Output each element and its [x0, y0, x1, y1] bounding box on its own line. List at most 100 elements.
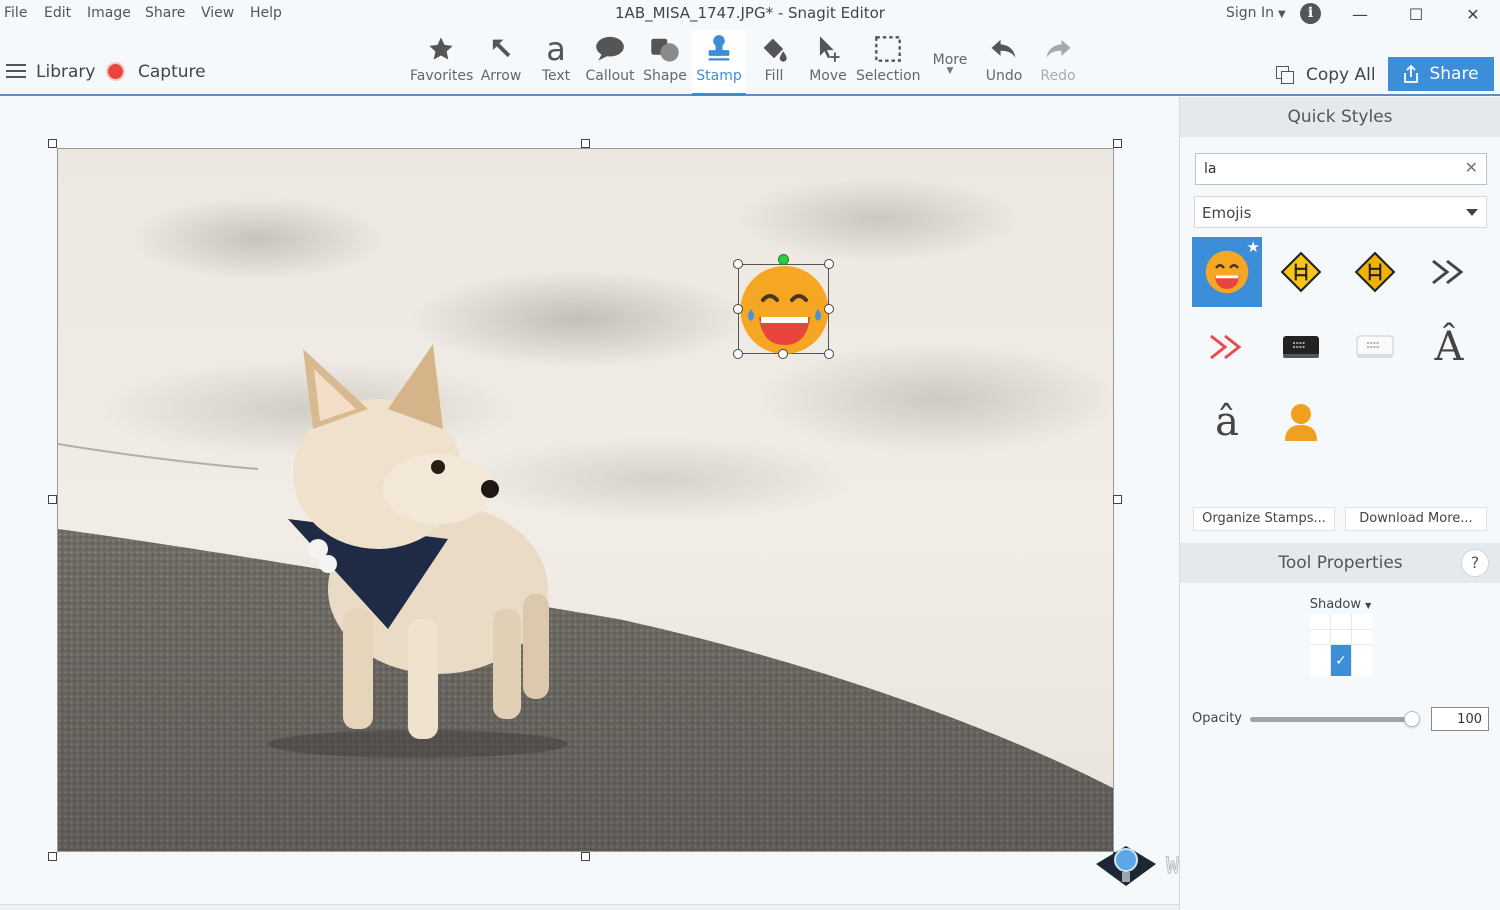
shadow-cell-selected[interactable]: ✓ — [1331, 645, 1351, 676]
info-icon[interactable]: i — [1300, 3, 1321, 24]
tool-undo[interactable]: Undo — [982, 30, 1026, 94]
menu-bar: File Edit Image Share View Help 1AB_MISA… — [0, 0, 1500, 30]
help-button[interactable]: ? — [1461, 549, 1489, 577]
stamp-resize-handle[interactable] — [824, 304, 834, 314]
download-more-button[interactable]: Download More... — [1345, 507, 1487, 531]
opacity-slider-knob[interactable] — [1404, 711, 1420, 727]
redo-icon — [1046, 39, 1071, 58]
tool-text[interactable]: a Text — [535, 30, 577, 94]
image-canvas[interactable] — [57, 148, 1114, 852]
side-panel: Quick Styles la ✕ Emojis ★ Â â Organize … — [1179, 97, 1500, 910]
chevron-down-icon — [1466, 209, 1478, 216]
share-label: Share — [1429, 64, 1479, 84]
tool-label: Undo — [985, 68, 1023, 84]
tool-stamp[interactable]: Stamp — [692, 30, 746, 96]
shape-icon — [651, 38, 679, 62]
share-icon — [1404, 65, 1419, 83]
shadow-cell[interactable] — [1310, 614, 1330, 629]
resize-handle[interactable] — [48, 139, 57, 148]
stamp-a-circumflex-lower[interactable]: â — [1192, 387, 1262, 457]
tool-label: Favorites — [410, 68, 474, 84]
stamp-category-select[interactable]: Emojis — [1194, 196, 1487, 228]
opacity-slider-track[interactable] — [1250, 717, 1414, 722]
menu-image[interactable]: Image — [87, 5, 131, 21]
maximize-button[interactable]: ☐ — [1393, 0, 1439, 30]
tool-shape[interactable]: Shape — [641, 30, 689, 94]
resize-handle[interactable] — [1113, 852, 1122, 861]
favorite-star-icon[interactable]: ★ — [1247, 238, 1260, 256]
double-chevron-icon — [1432, 259, 1464, 285]
stamp-keyboard-light[interactable] — [1340, 312, 1410, 382]
shadow-cell[interactable] — [1331, 614, 1351, 629]
tool-label: Selection — [856, 68, 921, 84]
stamp-a-circumflex-upper[interactable]: Â — [1414, 312, 1484, 382]
text-icon: a — [546, 30, 566, 68]
stamp-search-input[interactable]: la ✕ — [1195, 153, 1487, 185]
record-icon[interactable] — [106, 62, 125, 81]
stamp-laughing-emoji[interactable]: ★ — [1192, 237, 1262, 307]
stamp-person-avatar[interactable] — [1266, 387, 1336, 457]
sign-in-label: Sign In — [1226, 5, 1274, 21]
stamp-ladder-warning-orange[interactable] — [1340, 237, 1410, 307]
resize-handle[interactable] — [48, 852, 57, 861]
stamp-resize-handle[interactable] — [733, 259, 743, 269]
sign-in-button[interactable]: Sign In ▼ — [1226, 5, 1286, 21]
resize-handle[interactable] — [581, 139, 590, 148]
share-button[interactable]: Share — [1388, 57, 1494, 91]
stamp-resize-handle[interactable] — [824, 259, 834, 269]
arrow-icon — [492, 39, 511, 58]
opacity-input[interactable]: 100 — [1431, 707, 1489, 731]
shadow-cell[interactable] — [1310, 645, 1330, 676]
stamp-resize-handle[interactable] — [733, 349, 743, 359]
stamp-resize-handle[interactable] — [778, 349, 788, 359]
tool-properties-title: Tool Properties — [1278, 553, 1403, 573]
tool-fill[interactable]: Fill — [752, 30, 796, 94]
resize-handle[interactable] — [581, 852, 590, 861]
shadow-cell[interactable] — [1352, 614, 1372, 629]
close-button[interactable]: ✕ — [1450, 0, 1496, 30]
tool-callout[interactable]: Callout — [584, 30, 636, 94]
resize-handle[interactable] — [48, 495, 57, 504]
shadow-cell[interactable] — [1352, 629, 1372, 645]
menu-share[interactable]: Share — [145, 5, 185, 21]
stamp-resize-handle[interactable] — [824, 349, 834, 359]
tool-label: Stamp — [696, 68, 742, 84]
menu-help[interactable]: Help — [250, 5, 282, 21]
copy-all-button[interactable]: Copy All — [1276, 62, 1376, 88]
tool-label: Callout — [585, 68, 635, 84]
stamp-keyboard-dark[interactable] — [1266, 312, 1336, 382]
double-chevron-icon — [1210, 334, 1242, 360]
shadow-dropdown[interactable]: Shadow ▼ — [1180, 597, 1500, 612]
shadow-cell[interactable] — [1310, 629, 1330, 645]
tool-arrow[interactable]: Arrow — [476, 30, 526, 94]
organize-stamps-button[interactable]: Organize Stamps... — [1193, 507, 1335, 531]
menu-view[interactable]: View — [201, 5, 234, 21]
tool-redo[interactable]: Redo — [1036, 30, 1080, 94]
tool-selection[interactable]: Selection — [856, 30, 921, 94]
shadow-cell[interactable] — [1352, 645, 1372, 676]
tool-label: Redo — [1040, 68, 1076, 84]
stamp-double-chevron-red[interactable] — [1192, 312, 1262, 382]
rotate-handle[interactable] — [778, 254, 789, 265]
resize-handle[interactable] — [1113, 495, 1122, 504]
keyboard-key-icon — [1283, 336, 1319, 358]
menu-file[interactable]: File — [4, 5, 27, 21]
library-button[interactable]: Library — [36, 62, 95, 82]
minimize-button[interactable]: — — [1337, 0, 1383, 30]
capture-button[interactable]: Capture — [138, 62, 206, 82]
hamburger-menu-icon[interactable] — [6, 64, 26, 78]
stamp-ladder-warning-yellow[interactable] — [1266, 237, 1336, 307]
resize-handle[interactable] — [1113, 139, 1122, 148]
tool-more[interactable]: More ▼ — [928, 30, 972, 94]
stamp-resize-handle[interactable] — [733, 304, 743, 314]
undo-icon — [991, 39, 1016, 58]
selected-stamp[interactable] — [738, 264, 829, 354]
copy-all-label: Copy All — [1306, 65, 1376, 85]
menu-edit[interactable]: Edit — [44, 5, 71, 21]
stamp-double-chevron-gray[interactable] — [1414, 237, 1484, 307]
keyboard-key-icon — [1356, 335, 1394, 358]
tool-move[interactable]: Move — [806, 30, 850, 94]
tool-favorites[interactable]: Favorites — [410, 30, 474, 94]
shadow-cell[interactable] — [1331, 629, 1351, 645]
clear-icon[interactable]: ✕ — [1465, 158, 1478, 177]
